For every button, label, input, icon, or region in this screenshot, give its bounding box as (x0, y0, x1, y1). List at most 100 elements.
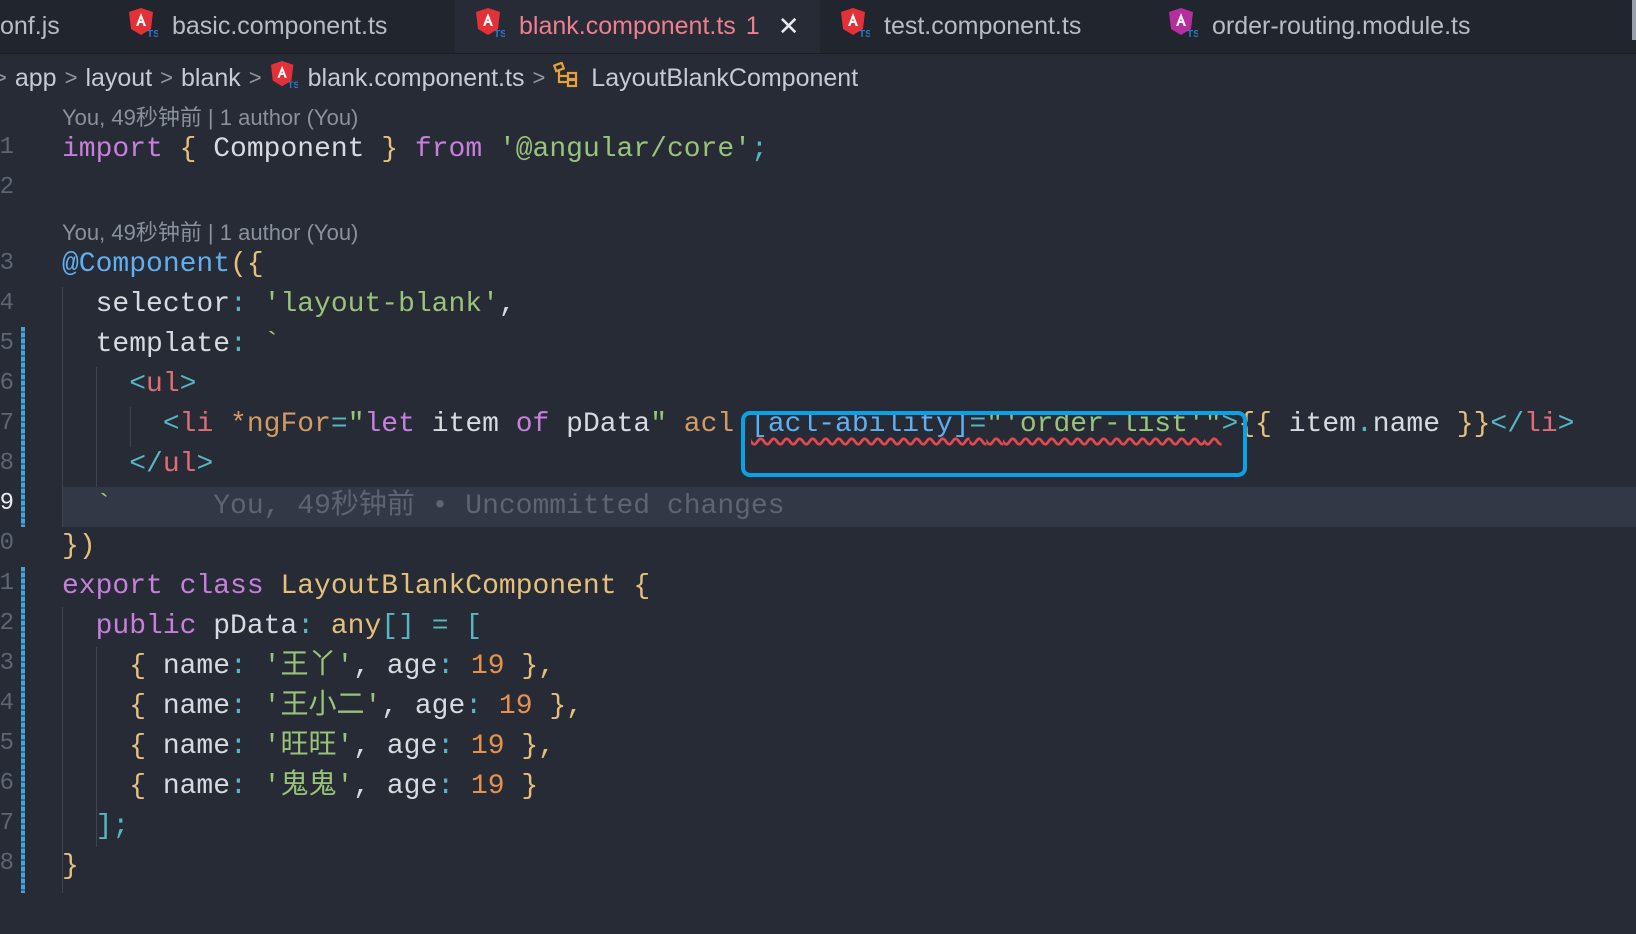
angular-ts-file-icon: TS (1168, 7, 1200, 46)
token-tag-bracket: </ (129, 449, 163, 480)
line-number: 4 (0, 690, 14, 717)
code-line-14[interactable]: { name: '王小二', age: 19 }, (62, 687, 583, 727)
token-brace: }, (504, 651, 555, 682)
tab-onf-js[interactable]: onf.js (0, 0, 110, 53)
chevron-right-icon: > (0, 65, 7, 90)
line-number: 0 (0, 530, 14, 557)
token-punctuation: , (353, 771, 387, 802)
line-number: 8 (0, 850, 14, 877)
code-line-5[interactable]: template: ` (62, 325, 281, 365)
token-punctuation: : (230, 731, 264, 762)
token-interpolation: }} (1456, 409, 1491, 440)
line-number: 4 (0, 290, 14, 317)
code-line-3[interactable]: @Component({ (62, 245, 264, 285)
code-line-13[interactable]: { name: '王丫', age: 19 }, (62, 647, 555, 687)
breadcrumb-blank[interactable]: blank (181, 64, 241, 93)
token-punctuation: : (230, 691, 264, 722)
breadcrumb-app[interactable]: app (15, 64, 57, 93)
svg-text:TS: TS (859, 29, 870, 39)
svg-text:TS: TS (494, 29, 505, 39)
code-line-4[interactable]: selector: 'layout-blank', (62, 285, 516, 325)
token-keyword: import (62, 134, 163, 165)
code-line-16[interactable]: { name: '鬼鬼', age: 19 } (62, 767, 538, 807)
line-number-current: 9 (0, 490, 14, 517)
breadcrumb-layout[interactable]: layout (85, 64, 152, 93)
token-punctuation: , (353, 731, 387, 762)
tab-basic-component[interactable]: TS basic.component.ts (128, 0, 448, 53)
token-brace: { (616, 571, 651, 602)
token-property: age (386, 731, 438, 762)
token-property: template (95, 329, 231, 360)
code-line-12[interactable]: public pData: any[] = [ (62, 607, 483, 647)
token-keyword: of (515, 409, 550, 440)
token-punctuation: : (230, 771, 264, 802)
token-punctuation: : (437, 771, 471, 802)
tab-label: onf.js (0, 12, 60, 40)
symbol-class-icon (553, 60, 581, 95)
code-line-9[interactable]: ` You, 49秒钟前 • Uncommitted changes (62, 487, 785, 527)
tab-label: basic.component.ts (172, 12, 388, 40)
token-brace: } (62, 851, 79, 882)
breadcrumb-symbol[interactable]: LayoutBlankComponent (553, 60, 858, 95)
token-type: any (330, 611, 382, 642)
token-bracket: ] (95, 811, 113, 842)
token-equals: = (330, 409, 348, 440)
token-quote: " (650, 409, 667, 440)
git-modified-indicator (21, 327, 25, 527)
token-brace: { (246, 249, 264, 280)
token-identifier: Component (196, 134, 382, 165)
token-tag-bracket: > (196, 449, 214, 480)
token-string: '@angular/core' (498, 134, 751, 165)
token-property: name (1372, 409, 1457, 440)
code-line-15[interactable]: { name: '旺旺', age: 19 }, (62, 727, 555, 767)
token-number: 19 (498, 691, 533, 722)
tab-order-routing-module[interactable]: TS order-routing.module.ts (1168, 0, 1548, 53)
token-punctuation: : (437, 651, 471, 682)
token-tag: ul (162, 449, 197, 480)
token-operator: = (414, 611, 466, 642)
close-icon[interactable]: ✕ (778, 11, 800, 42)
code-line-10[interactable]: }) (62, 527, 96, 567)
token-brace: }, (504, 731, 555, 762)
token-string: '王丫' (263, 651, 354, 682)
token-string: 'layout-blank' (263, 289, 499, 320)
code-line-8[interactable]: </ul> (62, 445, 213, 485)
token-property: age (414, 691, 466, 722)
line-number: 1 (0, 134, 14, 161)
chevron-right-icon: > (160, 65, 174, 90)
token-brace: { (129, 731, 163, 762)
token-punctuation: : (465, 691, 499, 722)
line-number: 1 (0, 570, 14, 597)
breadcrumb: > app > layout > blank > TS blank.compon… (0, 58, 858, 98)
token-brace: { (129, 651, 163, 682)
git-blame-inline[interactable]: You, 49秒钟前 • Uncommitted changes (213, 491, 784, 522)
code-line-11[interactable]: export class LayoutBlankComponent { (62, 567, 650, 607)
token-string: '鬼鬼' (263, 771, 354, 802)
git-modified-indicator (21, 567, 25, 893)
tab-blank-component[interactable]: TS blank.component.ts 1 ✕ (455, 0, 820, 53)
code-line-1[interactable]: import { Component } from '@angular/core… (62, 130, 768, 170)
chevron-right-icon: > (532, 65, 546, 90)
line-number: 2 (0, 174, 14, 201)
breadcrumb-file[interactable]: TS blank.component.ts (270, 60, 524, 97)
token-bracket: [] (381, 611, 415, 642)
angular-ts-file-icon: TS (840, 7, 872, 46)
token-brace: } (504, 771, 539, 802)
code-line-6[interactable]: <ul> (62, 365, 196, 405)
token-class-name: LayoutBlankComponent (280, 571, 617, 602)
code-line-18[interactable]: } (62, 847, 79, 887)
line-number: 6 (0, 370, 14, 397)
code-line-17[interactable]: ]; (62, 807, 130, 847)
tab-test-component[interactable]: TS test.component.ts (840, 0, 1140, 53)
tab-scrollbar[interactable] (1632, 0, 1636, 40)
code-editor[interactable]: You, 49秒钟前 | 1 author (You) You, 49秒钟前 |… (0, 98, 1636, 934)
token-punctuation: , (353, 651, 387, 682)
token-keyword: public (95, 611, 197, 642)
token-tag-bracket: < (129, 369, 147, 400)
token-tag-bracket: < (162, 409, 180, 440)
token-brace: }, (532, 691, 583, 722)
codelens-author[interactable]: You, 49秒钟前 | 1 author (You) (62, 215, 358, 247)
token-punctuation: : (437, 731, 471, 762)
codelens-author[interactable]: You, 49秒钟前 | 1 author (You) (62, 100, 358, 132)
token-property: name (162, 731, 231, 762)
